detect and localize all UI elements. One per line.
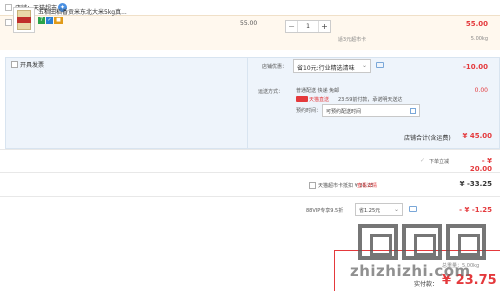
watermark-glyph bbox=[358, 224, 398, 260]
market-card-details-link[interactable]: 查看详情 bbox=[357, 182, 377, 189]
watermark-logo bbox=[358, 224, 500, 264]
market-card-value: ¥ -33.25 bbox=[459, 180, 492, 188]
item-select-checkbox[interactable] bbox=[5, 19, 12, 26]
shop-select-checkbox[interactable] bbox=[5, 4, 12, 11]
rice-bag-label bbox=[17, 17, 31, 23]
chevron-down-icon: ⌄ bbox=[361, 62, 367, 69]
shipping-cost: 0.00 bbox=[474, 87, 488, 94]
item-subtotal: 55.00 bbox=[465, 20, 488, 28]
store-total-value: ¥ 45.00 bbox=[462, 132, 492, 140]
increase-button[interactable]: + bbox=[318, 21, 330, 32]
appointment-time-value: 可预约配送时间 bbox=[326, 109, 362, 115]
watermark-glyph bbox=[446, 224, 486, 260]
quantity-stepper: − 1 + bbox=[285, 20, 331, 33]
decrease-button[interactable]: − bbox=[286, 21, 298, 32]
vip-discount-amount: - ¥ -1.25 bbox=[459, 206, 492, 214]
order-discount-label: 下单立减 bbox=[429, 159, 450, 165]
badge-service-icon: ■ bbox=[54, 17, 63, 24]
invoice-label[interactable]: 开具发票 bbox=[20, 60, 44, 69]
coupon-tag-icon[interactable] bbox=[409, 206, 417, 212]
product-badges: 7 ✓ ■ bbox=[38, 17, 64, 24]
badge-verified-icon: ✓ bbox=[46, 17, 53, 24]
calendar-icon bbox=[410, 108, 416, 114]
pay-label: 实付款： bbox=[414, 281, 439, 288]
tmall-delivery-icon bbox=[296, 96, 308, 102]
delivery-promise: 23:59前付款，承诺明天送达 bbox=[338, 97, 403, 103]
quantity-input[interactable]: 1 bbox=[298, 21, 318, 32]
invoice-checkbox[interactable] bbox=[11, 61, 18, 68]
watermark-text: zhizhizhi.com bbox=[350, 262, 471, 280]
chevron-down-icon: ⌄ bbox=[393, 206, 399, 213]
appointment-label: 预约时间： bbox=[296, 108, 322, 114]
divider bbox=[0, 196, 500, 197]
product-thumbnail[interactable] bbox=[13, 7, 35, 33]
unit-price: 55.00 bbox=[240, 20, 258, 27]
divider bbox=[0, 172, 500, 173]
card-note: 适3元超市卡 bbox=[337, 37, 367, 43]
shipping-method: 普通配送 快递 免邮 bbox=[296, 88, 340, 94]
shop-coupon-select[interactable]: 省10元:行业精选清味 ⌄ bbox=[293, 59, 371, 73]
vip-discount-value: 省1.25元 bbox=[359, 208, 381, 214]
discount-info-icon[interactable]: ✓ bbox=[420, 157, 425, 164]
market-card-checkbox[interactable] bbox=[309, 182, 316, 189]
item-weight: 5.00kg bbox=[470, 36, 488, 42]
divider bbox=[0, 149, 500, 150]
tmall-delivery-label: 天猫直送 bbox=[309, 97, 330, 103]
product-title[interactable]: 五稻田稻香贡米东北大米5kg真... bbox=[38, 7, 136, 16]
watermark-glyph bbox=[402, 224, 442, 260]
shop-coupon-amount: -10.00 bbox=[462, 63, 488, 71]
order-discount-value: - ¥ 20.00 bbox=[469, 157, 492, 173]
store-total-label: 店铺合计(含运费) bbox=[404, 135, 451, 142]
vip-discount-label: 88VIP专享9.5折 bbox=[306, 208, 344, 214]
badge-7day-icon: 7 bbox=[38, 17, 45, 24]
shipping-label: 运送方式： bbox=[258, 89, 284, 95]
appointment-time-select[interactable]: 可预约配送时间 bbox=[322, 104, 420, 117]
shop-coupon-label: 店铺优惠： bbox=[262, 64, 288, 70]
invoice-panel bbox=[5, 57, 248, 149]
shop-coupon-value: 省10元:行业精选清味 bbox=[297, 65, 355, 72]
coupon-tag-icon[interactable] bbox=[376, 62, 384, 68]
vip-discount-select[interactable]: 省1.25元 ⌄ bbox=[355, 203, 403, 216]
